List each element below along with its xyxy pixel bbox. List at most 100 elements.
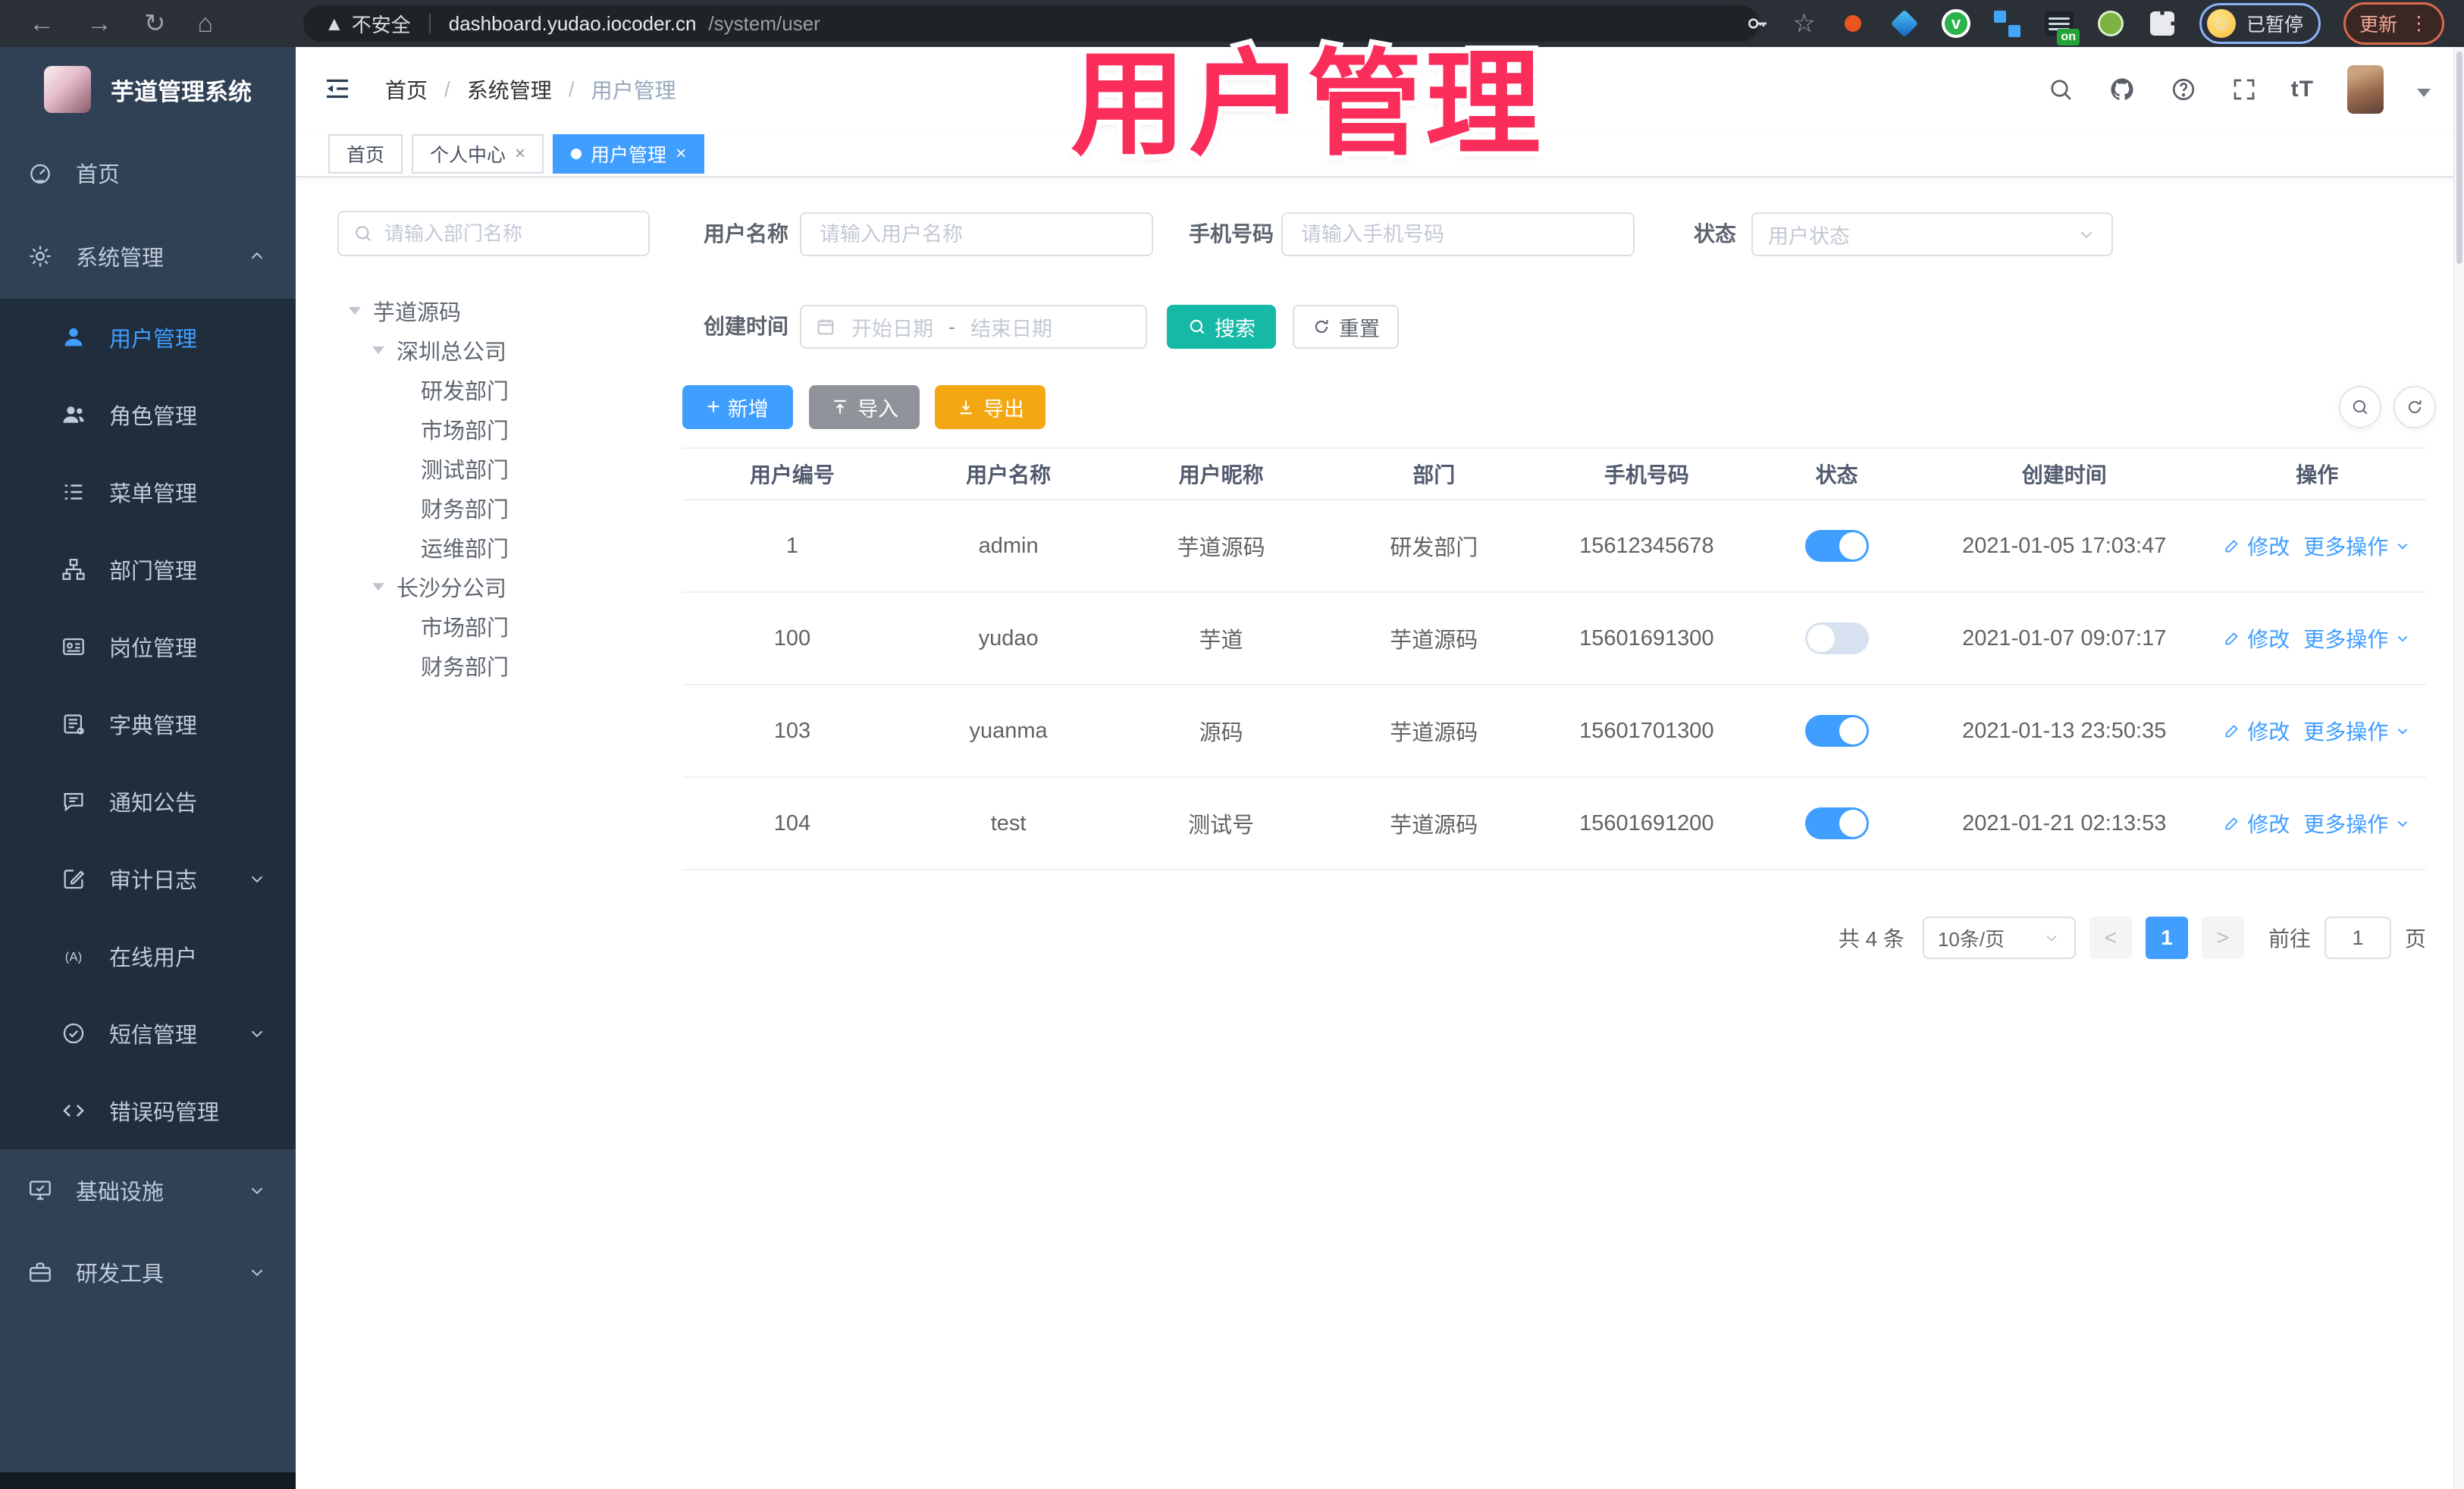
date-end-placeholder: 结束日期 [970, 317, 1052, 340]
fullscreen-icon[interactable] [2230, 76, 2258, 103]
github-icon[interactable] [2108, 75, 2136, 104]
close-icon[interactable]: × [676, 143, 686, 165]
tab-user-mgmt[interactable]: 用户管理 × [553, 134, 705, 174]
tab-home[interactable]: 首页 [328, 134, 403, 174]
sidebar-item-audit-log[interactable]: 审计日志 [0, 840, 296, 917]
browser-menu-icon[interactable]: ⋮ [2409, 12, 2428, 35]
calendar-icon [817, 319, 834, 335]
avatar-caret-icon[interactable] [2417, 88, 2431, 97]
sidebar-item-user-mgmt[interactable]: 用户管理 [0, 299, 296, 376]
extension-orange-icon[interactable] [1839, 9, 1867, 38]
more-actions-link[interactable]: 更多操作 [2303, 808, 2411, 839]
sidebar-item-dev-tools[interactable]: 研发工具 [0, 1231, 296, 1313]
tree-node-market[interactable]: 市场部门 [330, 409, 656, 449]
sidebar-item-dept-mgmt[interactable]: 部门管理 [0, 531, 296, 608]
browser-profile-chip[interactable]: ☺ 已暂停 [2199, 3, 2321, 44]
status-toggle[interactable] [1804, 715, 1869, 747]
not-secure-badge[interactable]: ▲ 不安全 [324, 10, 411, 38]
breadcrumb-home[interactable]: 首页 [385, 74, 428, 105]
status-toggle[interactable] [1804, 622, 1869, 654]
browser-reload-icon[interactable]: ↻ [144, 11, 166, 36]
sidebar-item-notice[interactable]: 通知公告 [0, 763, 296, 840]
export-button[interactable]: 导出 [935, 385, 1045, 429]
more-actions-link[interactable]: 更多操作 [2303, 716, 2411, 746]
refresh-table-button[interactable] [2393, 386, 2436, 428]
status-select[interactable]: 用户状态 [1751, 212, 2113, 256]
extension-on-icon[interactable]: on [2044, 9, 2080, 45]
sidebar-item-error-code[interactable]: 错误码管理 [0, 1072, 296, 1149]
sidebar-item-home[interactable]: 首页 [0, 132, 296, 214]
browser-forward-icon[interactable]: → [86, 11, 112, 36]
status-toggle[interactable] [1804, 530, 1869, 562]
tab-profile[interactable]: 个人中心 × [412, 134, 544, 174]
tree-node-market2[interactable]: 市场部门 [330, 607, 656, 646]
tree-node-finance[interactable]: 财务部门 [330, 488, 656, 528]
table-row: 100 yudao 芋道 芋道源码 15601691300 2021-01-07… [682, 593, 2426, 685]
app-logo-row: 芋道管理系统 [0, 47, 296, 132]
add-button[interactable]: + 新增 [682, 385, 793, 429]
import-button[interactable]: 导入 [809, 385, 920, 429]
username-input[interactable] [800, 212, 1153, 256]
extension-gem-icon[interactable] [1890, 9, 1919, 38]
sidebar-collapse-icon[interactable] [321, 73, 353, 105]
bookmark-star-icon[interactable]: ☆ [1792, 11, 1815, 36]
tree-node-shenzhen[interactable]: 深圳总公司 [330, 331, 656, 370]
edit-link[interactable]: 修改 [2223, 531, 2290, 561]
header-search-icon[interactable] [2047, 76, 2074, 103]
sidebar-item-dict-mgmt[interactable]: 字典管理 [0, 685, 296, 763]
org-tree-icon [62, 559, 85, 580]
extensions-puzzle-icon[interactable] [2148, 9, 2177, 38]
close-icon[interactable]: × [515, 143, 525, 165]
briefcase-icon [30, 1262, 51, 1282]
date-range-picker[interactable]: 开始日期 - 结束日期 [800, 305, 1147, 349]
sidebar-item-online-users[interactable]: (A) 在线用户 [0, 917, 296, 995]
edit-link[interactable]: 修改 [2223, 623, 2290, 654]
breadcrumb-system[interactable]: 系统管理 [467, 74, 552, 105]
next-page-button[interactable]: > [2201, 917, 2244, 959]
edit-link[interactable]: 修改 [2223, 808, 2290, 839]
online-users-icon: (A) [65, 949, 83, 964]
extension-green-icon[interactable] [2096, 9, 2125, 38]
more-actions-link[interactable]: 更多操作 [2303, 623, 2411, 654]
page-size-select[interactable]: 10条/页 [1922, 917, 2076, 959]
dept-search-input[interactable] [384, 221, 635, 246]
status-toggle[interactable] [1804, 807, 1869, 839]
page-scrollbar[interactable] [2453, 47, 2464, 1489]
sidebar-item-sms-mgmt[interactable]: 短信管理 [0, 995, 296, 1072]
toggle-search-panel-button[interactable] [2339, 386, 2381, 428]
mobile-input[interactable] [1281, 212, 1635, 256]
sidebar-item-role-mgmt[interactable]: 角色管理 [0, 376, 296, 453]
page-1-button[interactable]: 1 [2145, 917, 2188, 959]
tree-node-rd[interactable]: 研发部门 [330, 370, 656, 409]
tree-node-finance2[interactable]: 财务部门 [330, 646, 656, 685]
search-button[interactable]: 搜索 [1167, 305, 1276, 349]
user-avatar[interactable] [2347, 65, 2384, 114]
goto-page-input[interactable] [2324, 917, 2391, 959]
edit-link[interactable]: 修改 [2223, 716, 2290, 746]
sidebar-item-system-mgmt[interactable]: 系统管理 [0, 214, 296, 299]
scrollbar-thumb[interactable] [2456, 52, 2462, 264]
extension-green-v-icon[interactable]: v [1941, 9, 1970, 38]
tree-node-changsha[interactable]: 长沙分公司 [330, 567, 656, 607]
tree-node-ops[interactable]: 运维部门 [330, 528, 656, 567]
browser-home-icon[interactable]: ⌂ [198, 11, 214, 36]
browser-back-icon[interactable]: ← [29, 11, 55, 36]
sidebar-item-infrastructure[interactable]: 基础设施 [0, 1149, 296, 1231]
help-icon[interactable] [2170, 76, 2197, 103]
sidebar-item-post-mgmt[interactable]: 岗位管理 [0, 608, 296, 685]
password-key-icon[interactable] [1745, 11, 1770, 36]
sidebar-footer-bar[interactable] [0, 1472, 296, 1489]
col-user-id: 用户编号 [749, 463, 835, 487]
address-bar[interactable]: ▲ 不安全 dashboard.yudao.iocoder.cn /system… [303, 5, 1759, 42]
tree-node-root[interactable]: 芋道源码 [330, 291, 656, 331]
more-actions-link[interactable]: 更多操作 [2303, 531, 2411, 561]
extension-squares-icon[interactable] [1993, 9, 2022, 38]
prev-page-button[interactable]: < [2089, 917, 2132, 959]
tree-node-test[interactable]: 测试部门 [330, 449, 656, 488]
sidebar-item-menu-mgmt[interactable]: 菜单管理 [0, 453, 296, 531]
reset-button[interactable]: 重置 [1293, 305, 1399, 349]
app-logo [44, 66, 91, 113]
font-size-icon[interactable]: tT [2291, 77, 2314, 102]
id-card-icon [63, 638, 84, 656]
update-chip[interactable]: 更新 ⋮ [2343, 2, 2444, 45]
